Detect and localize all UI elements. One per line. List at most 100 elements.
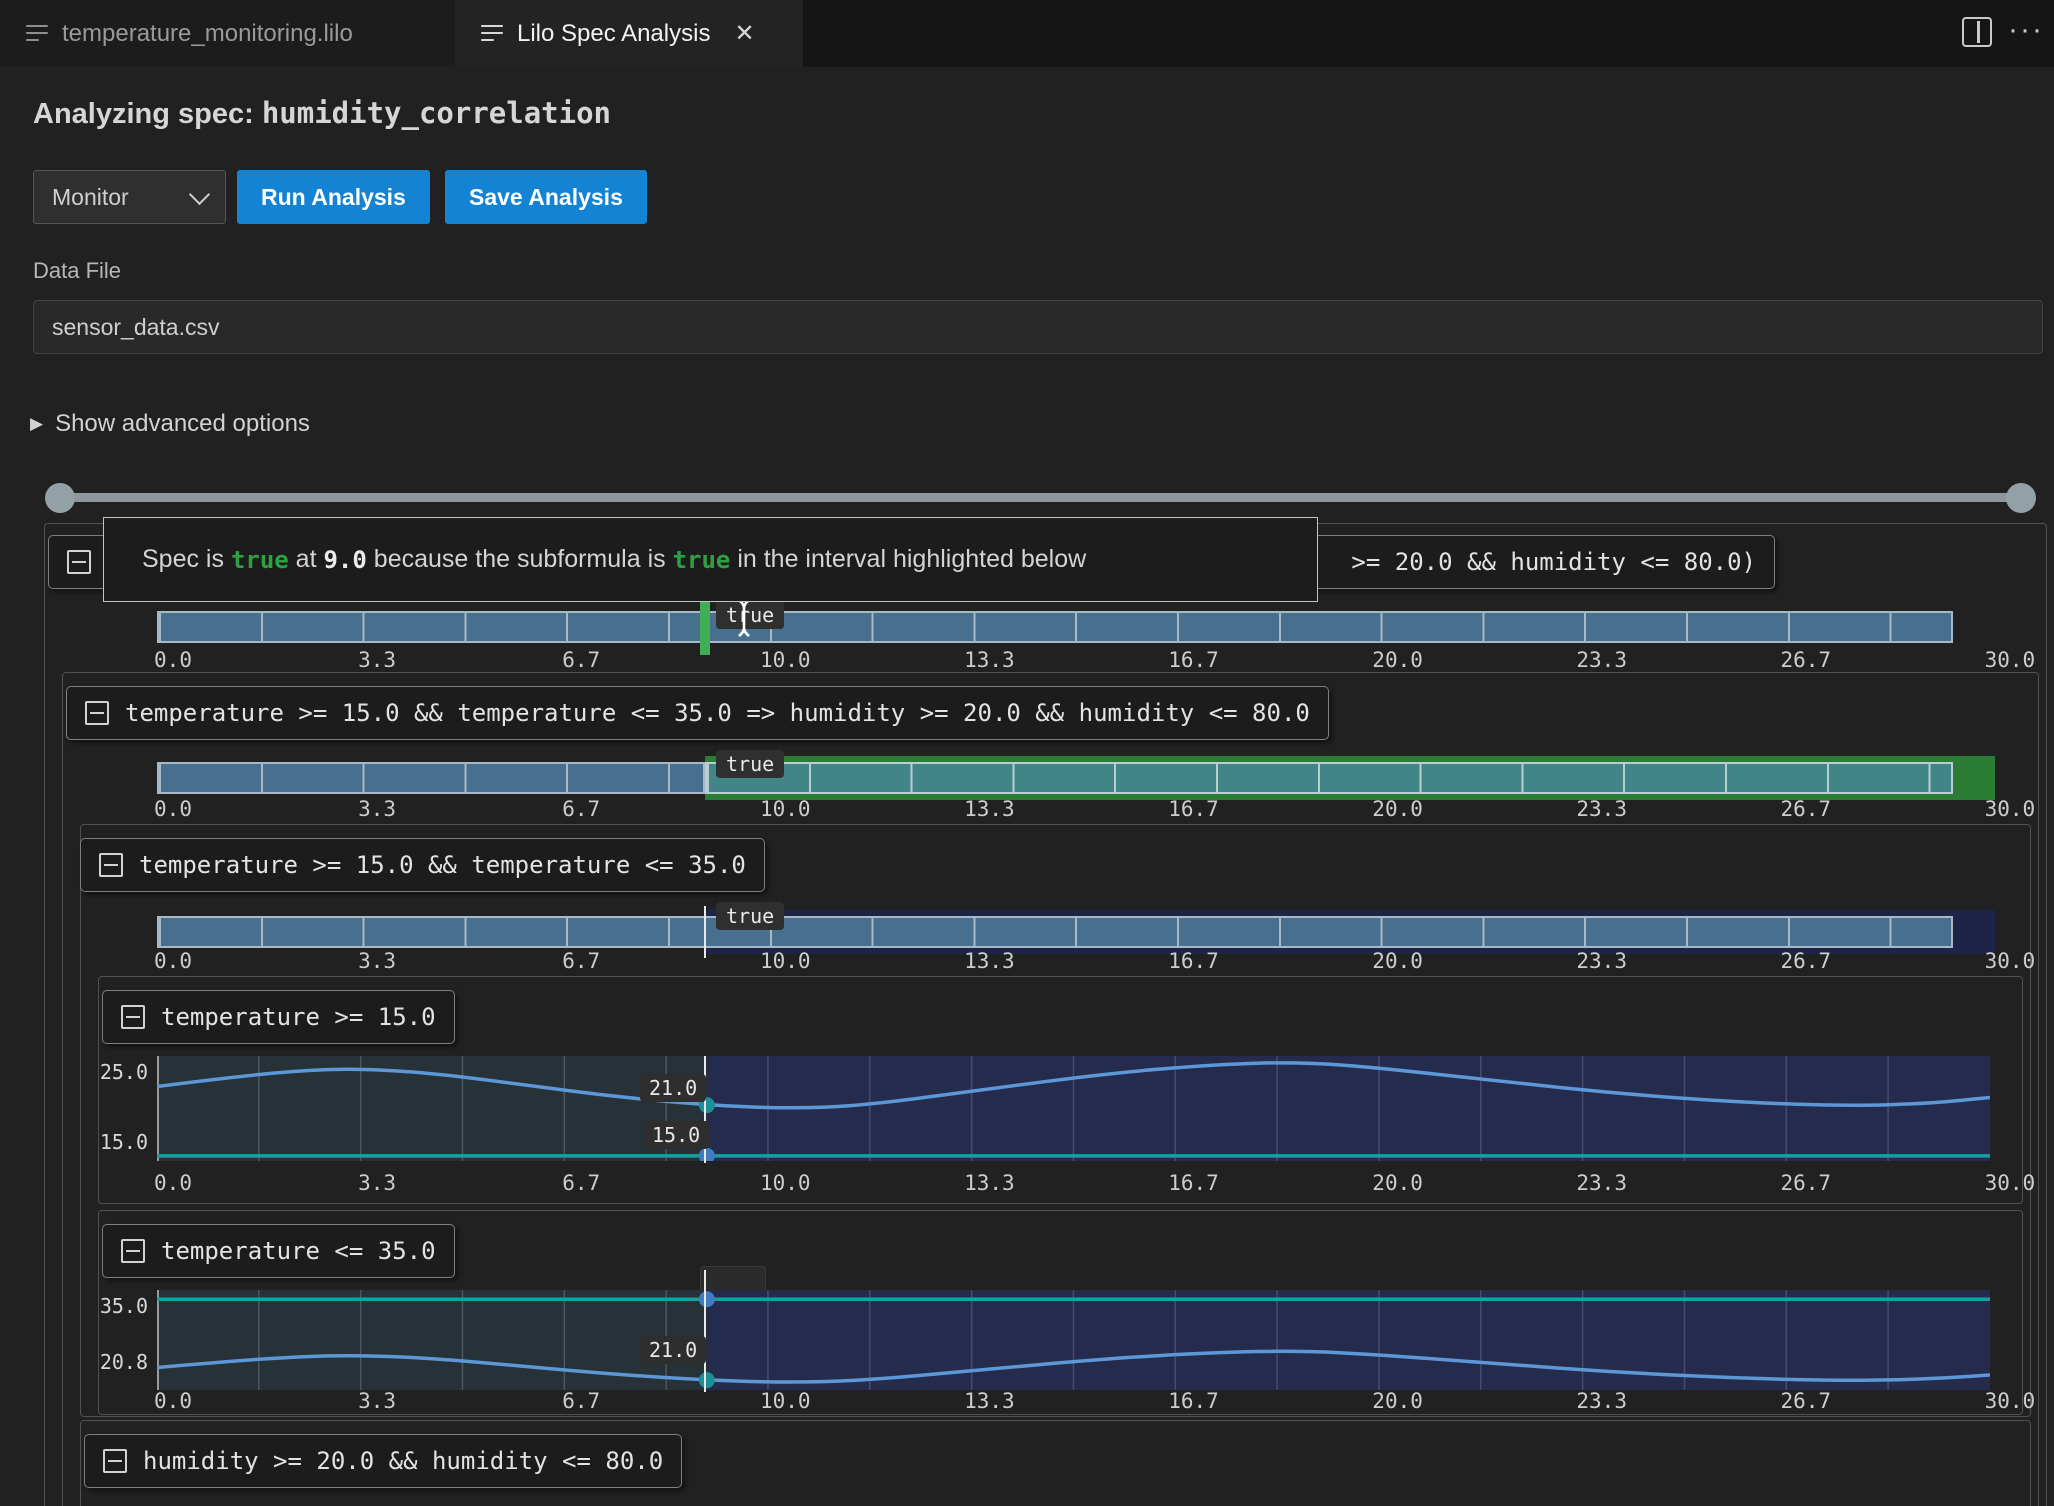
- mode-select[interactable]: Monitor: [33, 170, 226, 224]
- datafile-value: sensor_data.csv: [52, 314, 219, 341]
- timeline-bar-implication-left[interactable]: [157, 762, 705, 794]
- tooltip-text: because the subformula is: [367, 545, 673, 574]
- x-tick-label: 26.7: [1761, 648, 1851, 672]
- x-tick-label: 13.3: [944, 648, 1034, 672]
- x-tick-label: 13.3: [944, 797, 1034, 821]
- collapse-box-icon[interactable]: [67, 550, 91, 574]
- x-tick-label: 6.7: [536, 1171, 626, 1195]
- x-tick-label: 6.7: [536, 648, 626, 672]
- slider-handle-right[interactable]: [2006, 483, 2036, 513]
- x-tick-label: 16.7: [1149, 949, 1239, 973]
- formula-chip-temp-ge-15[interactable]: temperature >= 15.0: [102, 990, 455, 1044]
- triangle-right-icon: ▶: [30, 414, 43, 434]
- close-icon[interactable]: ✕: [734, 19, 754, 48]
- lilo-spec-analysis-window: temperature_monitoring.lilo Lilo Spec An…: [0, 0, 2054, 1506]
- collapse-box-icon[interactable]: [85, 701, 109, 725]
- formula-chip-temp-le-35[interactable]: temperature <= 35.0: [102, 1224, 455, 1278]
- collapse-box-icon[interactable]: [103, 1449, 127, 1473]
- split-editor-icon[interactable]: [1962, 17, 1992, 47]
- x-tick-label: 6.7: [536, 797, 626, 821]
- x-tick-label: 26.7: [1761, 1389, 1851, 1413]
- tooltip-text: in the interval highlighted below: [730, 545, 1086, 574]
- y-tick-label: 20.8: [78, 1350, 148, 1374]
- formula-chip-humidity[interactable]: humidity >= 20.0 && humidity <= 80.0: [84, 1434, 682, 1488]
- x-tick-label: 20.0: [1353, 1171, 1443, 1195]
- x-tick-label: 3.3: [332, 797, 422, 821]
- x-tick-label: 30.0: [1965, 949, 2054, 973]
- tooltip-text: 9.0: [323, 546, 366, 574]
- x-tick-label: 0.0: [128, 797, 218, 821]
- tab-label: temperature_monitoring.lilo: [62, 20, 353, 48]
- page-title-prefix: Analyzing spec:: [33, 98, 262, 130]
- tab-label: Lilo Spec Analysis: [517, 20, 710, 48]
- timeline-bar-spec-root[interactable]: [157, 611, 1953, 643]
- formula-text: >= 20.0 && humidity <= 80.0): [1351, 548, 1756, 576]
- formula-chip-implication[interactable]: temperature >= 15.0 && temperature <= 35…: [66, 686, 1329, 740]
- collapse-box-icon[interactable]: [121, 1005, 145, 1029]
- x-tick-label: 26.7: [1761, 949, 1851, 973]
- datafile-label: Data File: [33, 258, 121, 284]
- x-tick-label: 16.7: [1149, 797, 1239, 821]
- timeline-bar-implication-right[interactable]: [705, 762, 1953, 794]
- x-tick-label: 30.0: [1965, 1389, 2054, 1413]
- signal-chart-temperature-35-0[interactable]: [157, 1290, 1990, 1390]
- text-cursor-icon: [733, 596, 755, 640]
- tab-lilo-spec-analysis[interactable]: Lilo Spec Analysis ✕: [455, 0, 803, 67]
- slider-handle-left[interactable]: [45, 483, 75, 513]
- time-marker: [704, 906, 706, 958]
- timeline-bar-conjunction[interactable]: [157, 916, 1953, 948]
- file-lines-icon: [26, 25, 48, 43]
- x-tick-label: 26.7: [1761, 797, 1851, 821]
- run-analysis-button[interactable]: Run Analysis: [237, 170, 430, 224]
- file-lines-icon: [481, 25, 503, 43]
- x-tick-label: 26.7: [1761, 1171, 1851, 1195]
- show-advanced-options-toggle[interactable]: ▶ Show advanced options: [30, 410, 310, 438]
- marker-threshold-label: 15.0: [643, 1121, 709, 1149]
- collapse-box-icon[interactable]: [99, 853, 123, 877]
- tab-bar: temperature_monitoring.lilo Lilo Spec An…: [0, 0, 2054, 67]
- x-tick-label: 30.0: [1965, 648, 2054, 672]
- x-tick-label: 6.7: [536, 949, 626, 973]
- x-tick-label: 13.3: [944, 1389, 1034, 1413]
- formula-chip-conjunction[interactable]: temperature >= 15.0 && temperature <= 35…: [80, 838, 765, 892]
- y-tick-label: 15.0: [78, 1130, 148, 1154]
- tooltip-text: at: [289, 545, 324, 574]
- mode-select-value: Monitor: [52, 184, 129, 211]
- x-tick-label: 30.0: [1965, 797, 2054, 821]
- x-tick-label: 16.7: [1149, 1171, 1239, 1195]
- x-tick-label: 23.3: [1557, 1171, 1647, 1195]
- formula-text: humidity >= 20.0 && humidity <= 80.0: [143, 1447, 663, 1475]
- tooltip-text: true: [231, 546, 289, 574]
- x-tick-label: 3.3: [332, 648, 422, 672]
- save-analysis-button[interactable]: Save Analysis: [445, 170, 647, 224]
- datafile-input[interactable]: sensor_data.csv: [33, 300, 2043, 354]
- tab-temperature-monitoring[interactable]: temperature_monitoring.lilo: [0, 0, 455, 67]
- time-range-slider-track[interactable]: [58, 493, 2026, 502]
- x-tick-label: 3.3: [332, 949, 422, 973]
- spec-explanation-tooltip: Spec is true at 9.0 because the subformu…: [103, 517, 1318, 602]
- x-tick-label: 0.0: [128, 1171, 218, 1195]
- x-tick-label: 20.0: [1353, 1389, 1443, 1413]
- time-marker: [704, 1270, 706, 1392]
- x-tick-label: 23.3: [1557, 949, 1647, 973]
- true-label: true: [716, 902, 784, 930]
- signal-chart-temperature-15-0[interactable]: [157, 1056, 1990, 1161]
- x-tick-label: 3.3: [332, 1389, 422, 1413]
- x-tick-label: 20.0: [1353, 949, 1443, 973]
- tooltip-text: true: [673, 546, 731, 574]
- true-label: true: [716, 750, 784, 778]
- formula-text: temperature >= 15.0 && temperature <= 35…: [139, 851, 746, 879]
- x-tick-label: 0.0: [128, 949, 218, 973]
- x-tick-label: 10.0: [740, 1389, 830, 1413]
- x-tick-label: 16.7: [1149, 1389, 1239, 1413]
- x-tick-label: 20.0: [1353, 648, 1443, 672]
- marker-value-label: 21.0: [640, 1336, 706, 1364]
- x-tick-label: 16.7: [1149, 648, 1239, 672]
- x-tick-label: 10.0: [740, 1171, 830, 1195]
- collapse-box-icon[interactable]: [121, 1239, 145, 1263]
- y-tick-label: 35.0: [78, 1294, 148, 1318]
- x-tick-label: 23.3: [1557, 1389, 1647, 1413]
- x-tick-label: 10.0: [740, 949, 830, 973]
- ellipsis-icon[interactable]: ···: [2008, 13, 2044, 47]
- x-tick-label: 23.3: [1557, 797, 1647, 821]
